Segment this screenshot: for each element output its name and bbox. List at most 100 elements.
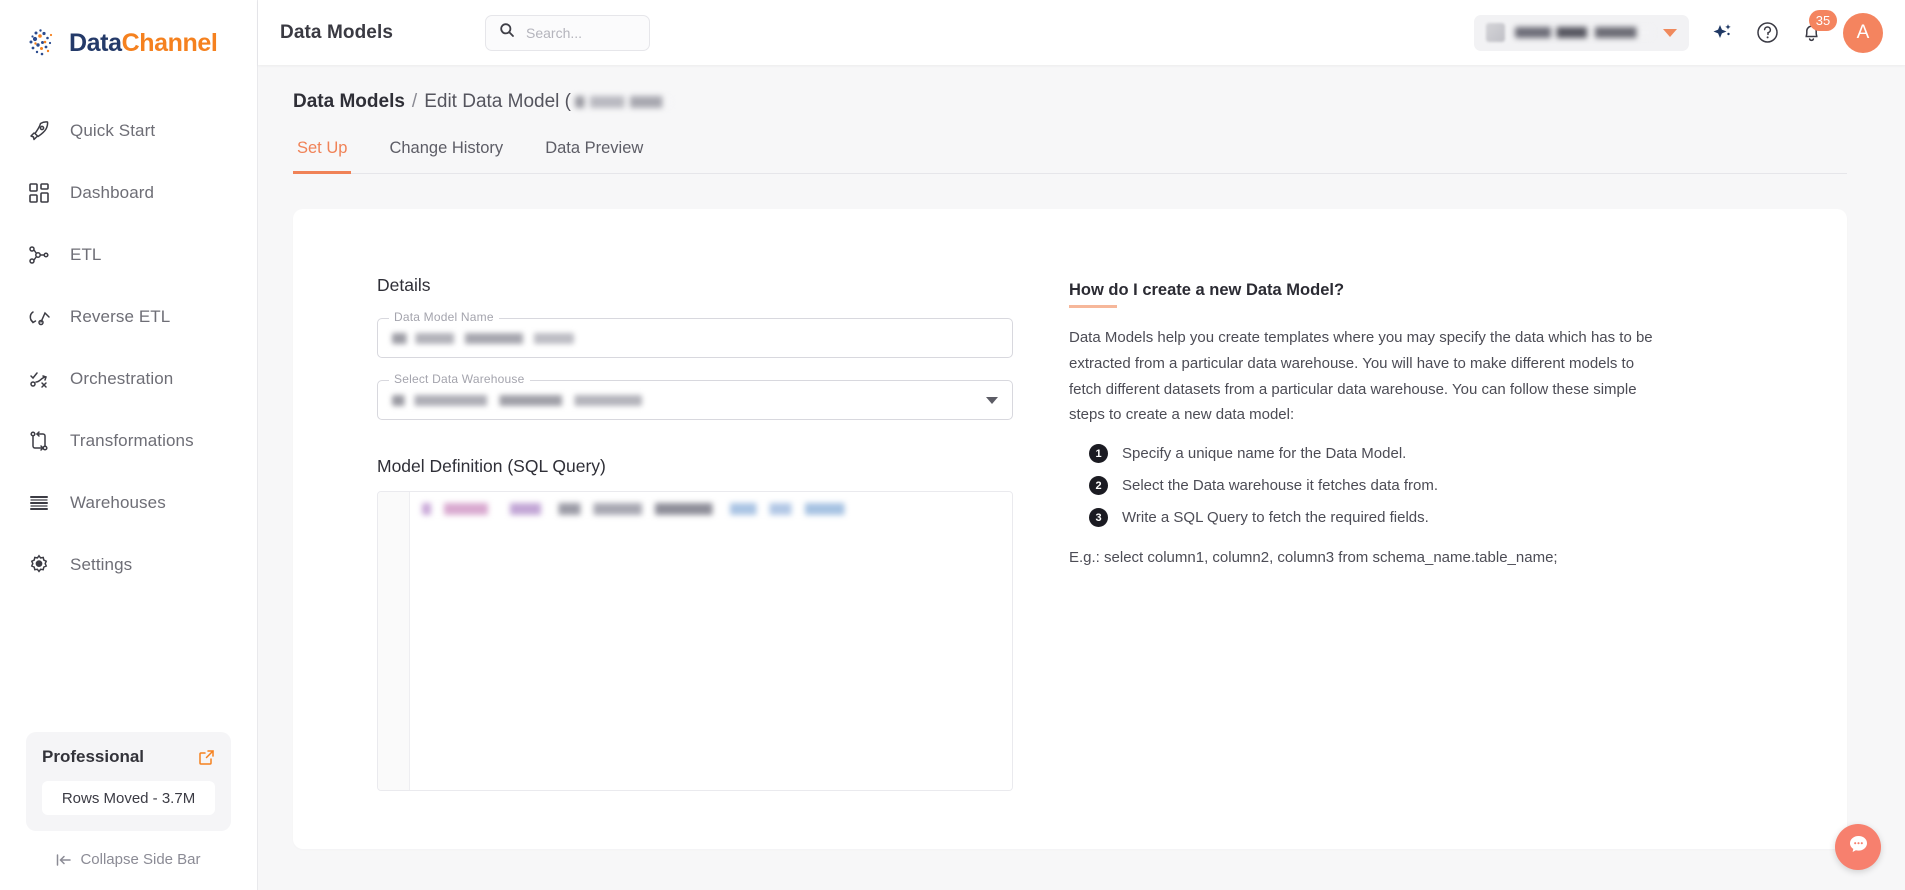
sidebar: DataChannel Quick Start Dashboard ETL Re… xyxy=(0,0,258,890)
help-steps: 1 Specify a unique name for the Data Mod… xyxy=(1069,444,1807,528)
sidebar-item-label: Reverse ETL xyxy=(70,307,171,326)
sidebar-item-settings[interactable]: Settings xyxy=(0,534,257,596)
editor-gutter xyxy=(378,492,410,790)
form-column: Details Data Model Name Select Data Ware… xyxy=(293,275,1013,849)
setup-card: Details Data Model Name Select Data Ware… xyxy=(293,209,1847,849)
chat-bubble-icon xyxy=(1846,832,1871,862)
sidebar-item-dashboard[interactable]: Dashboard xyxy=(0,162,257,224)
sidebar-item-label: Dashboard xyxy=(70,183,155,202)
org-logo-thumbnail xyxy=(1486,23,1505,42)
sidebar-nav: Quick Start Dashboard ETL Reverse ETL Or… xyxy=(0,100,257,596)
model-definition-title: Model Definition (SQL Query) xyxy=(377,456,606,476)
sql-editor-body[interactable] xyxy=(410,492,1012,790)
help-step: 3 Write a SQL Query to fetch the require… xyxy=(1069,508,1807,528)
select-data-warehouse-label: Select Data Warehouse xyxy=(389,372,530,386)
breadcrumb: Data Models / Edit Data Model ( xyxy=(293,65,1847,113)
step-number: 2 xyxy=(1089,476,1108,496)
sidebar-item-label: Settings xyxy=(70,555,133,574)
notifications-button[interactable]: 35 xyxy=(1800,10,1837,44)
step-number: 1 xyxy=(1089,444,1108,464)
data-model-name-value-redacted xyxy=(392,332,574,344)
sidebar-footer: Professional Rows Moved - 3.7M Collapse … xyxy=(0,732,257,890)
help-circle-icon[interactable] xyxy=(1755,20,1780,45)
sql-query-editor[interactable] xyxy=(377,491,1013,791)
help-step: 1 Specify a unique name for the Data Mod… xyxy=(1069,444,1807,464)
collapse-sidebar-button[interactable]: Collapse Side Bar xyxy=(26,851,231,868)
search-placeholder: Search... xyxy=(526,24,583,41)
warehouse-icon xyxy=(26,490,52,516)
brand-name: DataChannel xyxy=(69,28,218,58)
tab-data-preview[interactable]: Data Preview xyxy=(541,139,647,174)
sql-query-value-redacted xyxy=(422,503,862,515)
avatar[interactable]: A xyxy=(1843,12,1883,53)
plan-name: Professional xyxy=(42,747,145,766)
rows-moved-pill[interactable]: Rows Moved - 3.7M xyxy=(42,781,215,815)
main-area: Data Models Search... 35 A Data Models /… xyxy=(258,0,1905,890)
plan-header: Professional xyxy=(42,747,215,767)
notification-badge: 35 xyxy=(1809,10,1837,31)
datachannel-logo-icon xyxy=(26,26,60,60)
etl-icon xyxy=(26,242,52,268)
select-data-warehouse-value-redacted xyxy=(392,394,642,406)
sidebar-item-warehouses[interactable]: Warehouses xyxy=(0,472,257,534)
org-selector[interactable] xyxy=(1474,14,1689,51)
step-number: 3 xyxy=(1089,508,1108,528)
chat-support-button[interactable] xyxy=(1835,824,1881,870)
sidebar-item-label: Warehouses xyxy=(70,493,166,512)
step-text: Write a SQL Query to fetch the required … xyxy=(1122,509,1429,527)
help-step: 2 Select the Data warehouse it fetches d… xyxy=(1069,476,1807,496)
help-title-underline xyxy=(1069,305,1117,308)
data-model-name-input[interactable] xyxy=(377,318,1013,358)
transformations-icon xyxy=(26,428,52,454)
help-example: E.g.: select column1, column2, column3 f… xyxy=(1069,549,1558,567)
breadcrumb-separator: / xyxy=(411,91,418,112)
content-area: Data Models / Edit Data Model ( Set Up C… xyxy=(258,65,1905,890)
tab-bar: Set Up Change History Data Preview xyxy=(293,139,1847,174)
reverse-etl-icon xyxy=(26,304,52,330)
sidebar-item-reverse-etl[interactable]: Reverse ETL xyxy=(0,286,257,348)
external-link-icon[interactable] xyxy=(198,749,215,766)
data-model-name-field: Data Model Name xyxy=(377,310,1013,358)
brand-logo[interactable]: DataChannel xyxy=(0,0,257,60)
sidebar-item-transformations[interactable]: Transformations xyxy=(0,410,257,472)
collapse-arrow-icon xyxy=(56,853,72,867)
sidebar-item-label: Transformations xyxy=(70,431,194,450)
tab-set-up[interactable]: Set Up xyxy=(293,139,352,174)
breadcrumb-current: Edit Data Model ( xyxy=(424,91,571,112)
sidebar-item-label: Quick Start xyxy=(70,121,156,140)
sidebar-item-quick-start[interactable]: Quick Start xyxy=(0,100,257,162)
tab-change-history[interactable]: Change History xyxy=(385,139,507,174)
sidebar-item-label: Orchestration xyxy=(70,369,174,388)
rocket-icon xyxy=(26,118,52,144)
orchestration-icon xyxy=(26,366,52,392)
page-title: Data Models xyxy=(280,21,394,43)
top-bar-actions: 35 A xyxy=(1474,10,1883,53)
select-data-warehouse-dropdown[interactable] xyxy=(377,380,1013,420)
step-text: Specify a unique name for the Data Model… xyxy=(1122,445,1407,463)
top-bar: Data Models Search... 35 A xyxy=(258,0,1905,65)
org-name-redacted xyxy=(1515,27,1653,38)
select-data-warehouse-field: Select Data Warehouse xyxy=(377,372,1013,420)
help-paragraph: Data Models help you create templates wh… xyxy=(1069,329,1653,424)
sidebar-item-orchestration[interactable]: Orchestration xyxy=(0,348,257,410)
help-title-wrap: How do I create a new Data Model? xyxy=(1069,281,1807,308)
help-panel: How do I create a new Data Model? Data M… xyxy=(1013,275,1847,849)
sidebar-item-label: ETL xyxy=(70,245,102,264)
brand-name-channel: Channel xyxy=(121,28,218,57)
breadcrumb-model-name-redacted xyxy=(575,96,670,108)
brand-name-data: Data xyxy=(69,28,122,57)
search-input[interactable]: Search... xyxy=(485,14,651,51)
grid-icon xyxy=(26,180,52,206)
breadcrumb-root[interactable]: Data Models xyxy=(293,91,405,113)
data-model-name-label: Data Model Name xyxy=(389,310,499,324)
details-section-title: Details xyxy=(377,275,431,295)
plan-card: Professional Rows Moved - 3.7M xyxy=(26,732,231,831)
sparkle-icon[interactable] xyxy=(1709,20,1735,46)
collapse-sidebar-label: Collapse Side Bar xyxy=(80,851,201,868)
sidebar-item-etl[interactable]: ETL xyxy=(0,224,257,286)
app-root: DataChannel Quick Start Dashboard ETL Re… xyxy=(0,0,1905,890)
chevron-down-icon xyxy=(986,396,998,404)
search-icon xyxy=(499,22,515,43)
gear-icon xyxy=(26,552,52,578)
help-title: How do I create a new Data Model? xyxy=(1069,281,1345,299)
